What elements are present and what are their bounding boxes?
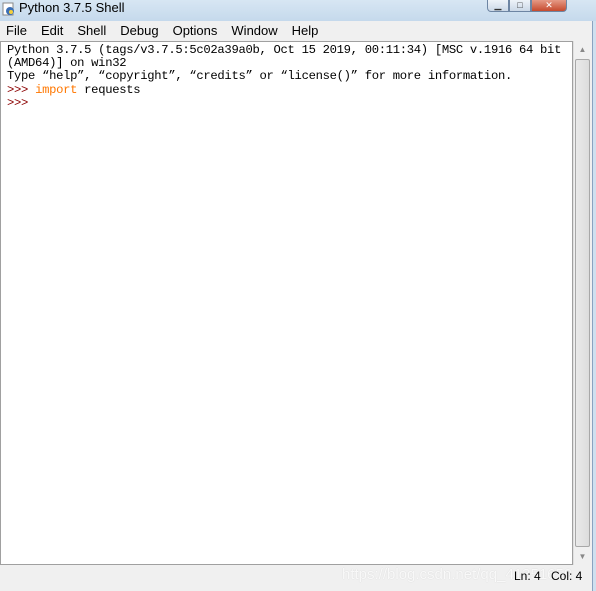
menu-window[interactable]: Window: [231, 21, 277, 40]
close-button[interactable]: ✕: [531, 0, 567, 12]
menu-help[interactable]: Help: [292, 21, 319, 40]
python-idle-icon: [2, 2, 14, 16]
input-line: >>>: [7, 95, 572, 110]
menu-debug[interactable]: Debug: [120, 21, 158, 40]
menu-bar: File Edit Shell Debug Options Window Hel…: [0, 21, 592, 40]
line-number: Ln: 4: [514, 569, 541, 583]
minimize-button[interactable]: ▁: [487, 0, 509, 12]
menu-edit[interactable]: Edit: [41, 21, 63, 40]
status-bar: https://blog.csdn.net/qq_41351659 Ln: 4 …: [0, 565, 592, 585]
menu-options[interactable]: Options: [173, 21, 218, 40]
scroll-up-icon[interactable]: ▲: [574, 41, 591, 58]
menu-shell[interactable]: Shell: [77, 21, 106, 40]
vertical-scrollbar[interactable]: ▲ ▼: [573, 41, 590, 565]
scroll-down-icon[interactable]: ▼: [574, 548, 591, 565]
shell-text-area[interactable]: Python 3.7.5 (tags/v3.7.5:5c02a39a0b, Oc…: [0, 41, 573, 565]
window-title: Python 3.7.5 Shell: [19, 0, 125, 15]
keyword: import: [35, 82, 78, 97]
prompt: >>>: [7, 82, 36, 97]
menu-file[interactable]: File: [6, 21, 27, 40]
prompt: >>>: [7, 95, 36, 110]
code-text: requests: [77, 82, 141, 97]
idle-window: File Edit Shell Debug Options Window Hel…: [0, 21, 593, 591]
maximize-button[interactable]: □: [509, 0, 531, 12]
title-bar[interactable]: Python 3.7.5 Shell ▁ □ ✕: [0, 0, 596, 21]
scrollbar-thumb[interactable]: [575, 59, 590, 547]
column-number: Col: 4: [551, 569, 583, 583]
input-line: >>> import requests: [7, 82, 572, 97]
